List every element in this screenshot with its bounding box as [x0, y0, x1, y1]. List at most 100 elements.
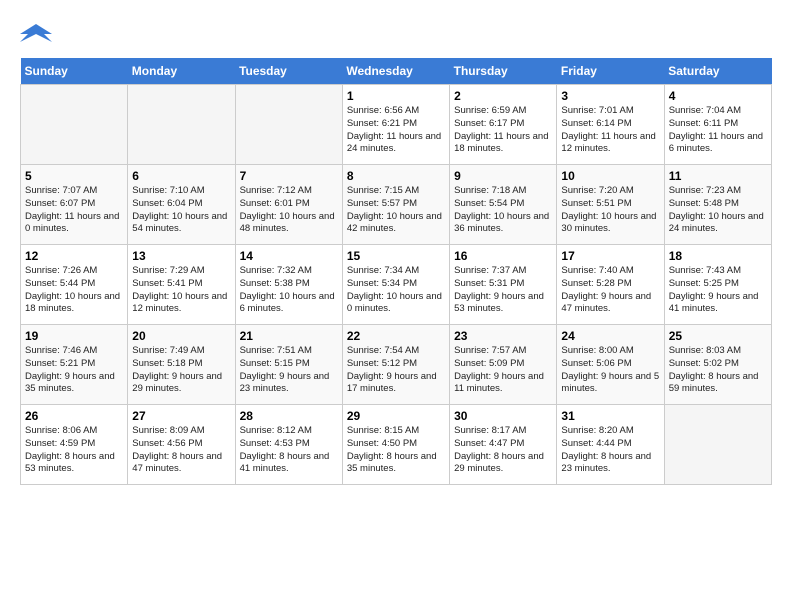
day-info: Sunrise: 7:32 AM Sunset: 5:38 PM Dayligh…	[240, 265, 338, 316]
day-cell: 25Sunrise: 8:03 AM Sunset: 5:02 PM Dayli…	[664, 325, 771, 405]
day-cell: 17 Sunrise: 7:40 AM Sunset: 5:28 PM Dayli…	[557, 245, 664, 325]
day-header-thursday: Thursday	[450, 58, 557, 85]
day-cell: 23 Sunrise: 7:57 AM Sunset: 5:09 PM Dayli…	[450, 325, 557, 405]
day-number: 3	[561, 89, 659, 103]
day-number: 12	[25, 249, 123, 263]
day-cell: 21 Sunrise: 7:51 AM Sunset: 5:15 PM Dayli…	[235, 325, 342, 405]
day-info: Sunrise: 7:29 AM Sunset: 5:41 PM Dayligh…	[132, 265, 230, 316]
day-info: Sunrise: 7:40 AM Sunset: 5:28 PM Dayligh…	[561, 265, 659, 316]
day-number: 27	[132, 409, 230, 423]
day-header-tuesday: Tuesday	[235, 58, 342, 85]
day-cell: 31 Sunrise: 8:20 AM Sunset: 4:44 PM Dayli…	[557, 405, 664, 485]
day-cell: 8 Sunrise: 7:15 AM Sunset: 5:57 PM Daylig…	[342, 165, 449, 245]
day-info: Sunrise: 7:49 AM Sunset: 5:18 PM Dayligh…	[132, 345, 230, 396]
logo-icon	[20, 20, 52, 48]
day-number: 4	[669, 89, 767, 103]
day-number: 31	[561, 409, 659, 423]
day-cell	[21, 85, 128, 165]
page-header	[20, 20, 772, 48]
day-number: 29	[347, 409, 445, 423]
week-row-3: 19 Sunrise: 7:46 AM Sunset: 5:21 PM Dayli…	[21, 325, 772, 405]
day-info: Sunrise: 8:09 AM Sunset: 4:56 PM Dayligh…	[132, 425, 230, 476]
day-cell: 19 Sunrise: 7:46 AM Sunset: 5:21 PM Dayli…	[21, 325, 128, 405]
day-cell: 28 Sunrise: 8:12 AM Sunset: 4:53 PM Dayli…	[235, 405, 342, 485]
day-cell: 2 Sunrise: 6:59 AM Sunset: 6:17 PM Daylig…	[450, 85, 557, 165]
day-cell: 9 Sunrise: 7:18 AM Sunset: 5:54 PM Daylig…	[450, 165, 557, 245]
day-info: Sunrise: 7:51 AM Sunset: 5:15 PM Dayligh…	[240, 345, 338, 396]
day-number: 1	[347, 89, 445, 103]
day-number: 2	[454, 89, 552, 103]
day-cell: 20 Sunrise: 7:49 AM Sunset: 5:18 PM Dayli…	[128, 325, 235, 405]
day-info: Sunrise: 7:57 AM Sunset: 5:09 PM Dayligh…	[454, 345, 552, 396]
day-number: 17	[561, 249, 659, 263]
day-info: Sunrise: 7:20 AM Sunset: 5:51 PM Dayligh…	[561, 185, 659, 236]
day-info: Sunrise: 8:15 AM Sunset: 4:50 PM Dayligh…	[347, 425, 445, 476]
day-info: Sunrise: 7:23 AM Sunset: 5:48 PM Dayligh…	[669, 185, 767, 236]
day-cell: 22 Sunrise: 7:54 AM Sunset: 5:12 PM Dayli…	[342, 325, 449, 405]
day-cell: 30Sunrise: 8:17 AM Sunset: 4:47 PM Dayli…	[450, 405, 557, 485]
day-number: 21	[240, 329, 338, 343]
day-info: Sunrise: 7:46 AM Sunset: 5:21 PM Dayligh…	[25, 345, 123, 396]
day-cell	[235, 85, 342, 165]
day-number: 5	[25, 169, 123, 183]
day-number: 28	[240, 409, 338, 423]
day-info: Sunrise: 7:12 AM Sunset: 6:01 PM Dayligh…	[240, 185, 338, 236]
day-number: 30	[454, 409, 552, 423]
week-row-0: 1 Sunrise: 6:56 AM Sunset: 6:21 PM Daylig…	[21, 85, 772, 165]
day-info: Sunrise: 7:10 AM Sunset: 6:04 PM Dayligh…	[132, 185, 230, 236]
day-info: Sunrise: 8:00 AM Sunset: 5:06 PM Dayligh…	[561, 345, 659, 396]
day-info: Sunrise: 6:56 AM Sunset: 6:21 PM Dayligh…	[347, 105, 445, 156]
day-number: 24	[561, 329, 659, 343]
day-info: Sunrise: 8:12 AM Sunset: 4:53 PM Dayligh…	[240, 425, 338, 476]
day-cell	[128, 85, 235, 165]
day-header-friday: Friday	[557, 58, 664, 85]
day-number: 8	[347, 169, 445, 183]
day-number: 26	[25, 409, 123, 423]
day-cell: 1 Sunrise: 6:56 AM Sunset: 6:21 PM Daylig…	[342, 85, 449, 165]
day-number: 22	[347, 329, 445, 343]
day-info: Sunrise: 7:18 AM Sunset: 5:54 PM Dayligh…	[454, 185, 552, 236]
day-header-monday: Monday	[128, 58, 235, 85]
day-cell: 10 Sunrise: 7:20 AM Sunset: 5:51 PM Dayli…	[557, 165, 664, 245]
day-info: Sunrise: 8:20 AM Sunset: 4:44 PM Dayligh…	[561, 425, 659, 476]
day-info: Sunrise: 8:06 AM Sunset: 4:59 PM Dayligh…	[25, 425, 123, 476]
day-info: Sunrise: 6:59 AM Sunset: 6:17 PM Dayligh…	[454, 105, 552, 156]
day-cell: 18Sunrise: 7:43 AM Sunset: 5:25 PM Dayli…	[664, 245, 771, 325]
day-cell: 27 Sunrise: 8:09 AM Sunset: 4:56 PM Dayli…	[128, 405, 235, 485]
day-cell: 29 Sunrise: 8:15 AM Sunset: 4:50 PM Dayli…	[342, 405, 449, 485]
day-info: Sunrise: 7:54 AM Sunset: 5:12 PM Dayligh…	[347, 345, 445, 396]
day-header-saturday: Saturday	[664, 58, 771, 85]
day-number: 25	[669, 329, 767, 343]
day-info: Sunrise: 7:37 AM Sunset: 5:31 PM Dayligh…	[454, 265, 552, 316]
day-cell	[664, 405, 771, 485]
day-number: 16	[454, 249, 552, 263]
day-number: 13	[132, 249, 230, 263]
day-cell: 3Sunrise: 7:01 AM Sunset: 6:14 PM Daylig…	[557, 85, 664, 165]
day-number: 9	[454, 169, 552, 183]
day-number: 19	[25, 329, 123, 343]
day-number: 18	[669, 249, 767, 263]
day-cell: 6 Sunrise: 7:10 AM Sunset: 6:04 PM Daylig…	[128, 165, 235, 245]
day-info: Sunrise: 7:26 AM Sunset: 5:44 PM Dayligh…	[25, 265, 123, 316]
day-number: 7	[240, 169, 338, 183]
day-number: 6	[132, 169, 230, 183]
day-cell: 24 Sunrise: 8:00 AM Sunset: 5:06 PM Dayli…	[557, 325, 664, 405]
day-number: 11	[669, 169, 767, 183]
day-info: Sunrise: 7:07 AM Sunset: 6:07 PM Dayligh…	[25, 185, 123, 236]
calendar-table: SundayMondayTuesdayWednesdayThursdayFrid…	[20, 58, 772, 485]
day-cell: 11 Sunrise: 7:23 AM Sunset: 5:48 PM Dayli…	[664, 165, 771, 245]
day-cell: 16 Sunrise: 7:37 AM Sunset: 5:31 PM Dayli…	[450, 245, 557, 325]
day-info: Sunrise: 7:15 AM Sunset: 5:57 PM Dayligh…	[347, 185, 445, 236]
day-cell: 15Sunrise: 7:34 AM Sunset: 5:34 PM Dayli…	[342, 245, 449, 325]
day-header-wednesday: Wednesday	[342, 58, 449, 85]
day-number: 10	[561, 169, 659, 183]
days-header-row: SundayMondayTuesdayWednesdayThursdayFrid…	[21, 58, 772, 85]
week-row-1: 5 Sunrise: 7:07 AM Sunset: 6:07 PM Daylig…	[21, 165, 772, 245]
day-number: 14	[240, 249, 338, 263]
day-cell: 12 Sunrise: 7:26 AM Sunset: 5:44 PM Dayli…	[21, 245, 128, 325]
day-number: 20	[132, 329, 230, 343]
week-row-4: 26 Sunrise: 8:06 AM Sunset: 4:59 PM Dayli…	[21, 405, 772, 485]
day-cell: 5 Sunrise: 7:07 AM Sunset: 6:07 PM Daylig…	[21, 165, 128, 245]
day-cell: 13 Sunrise: 7:29 AM Sunset: 5:41 PM Dayli…	[128, 245, 235, 325]
day-number: 23	[454, 329, 552, 343]
